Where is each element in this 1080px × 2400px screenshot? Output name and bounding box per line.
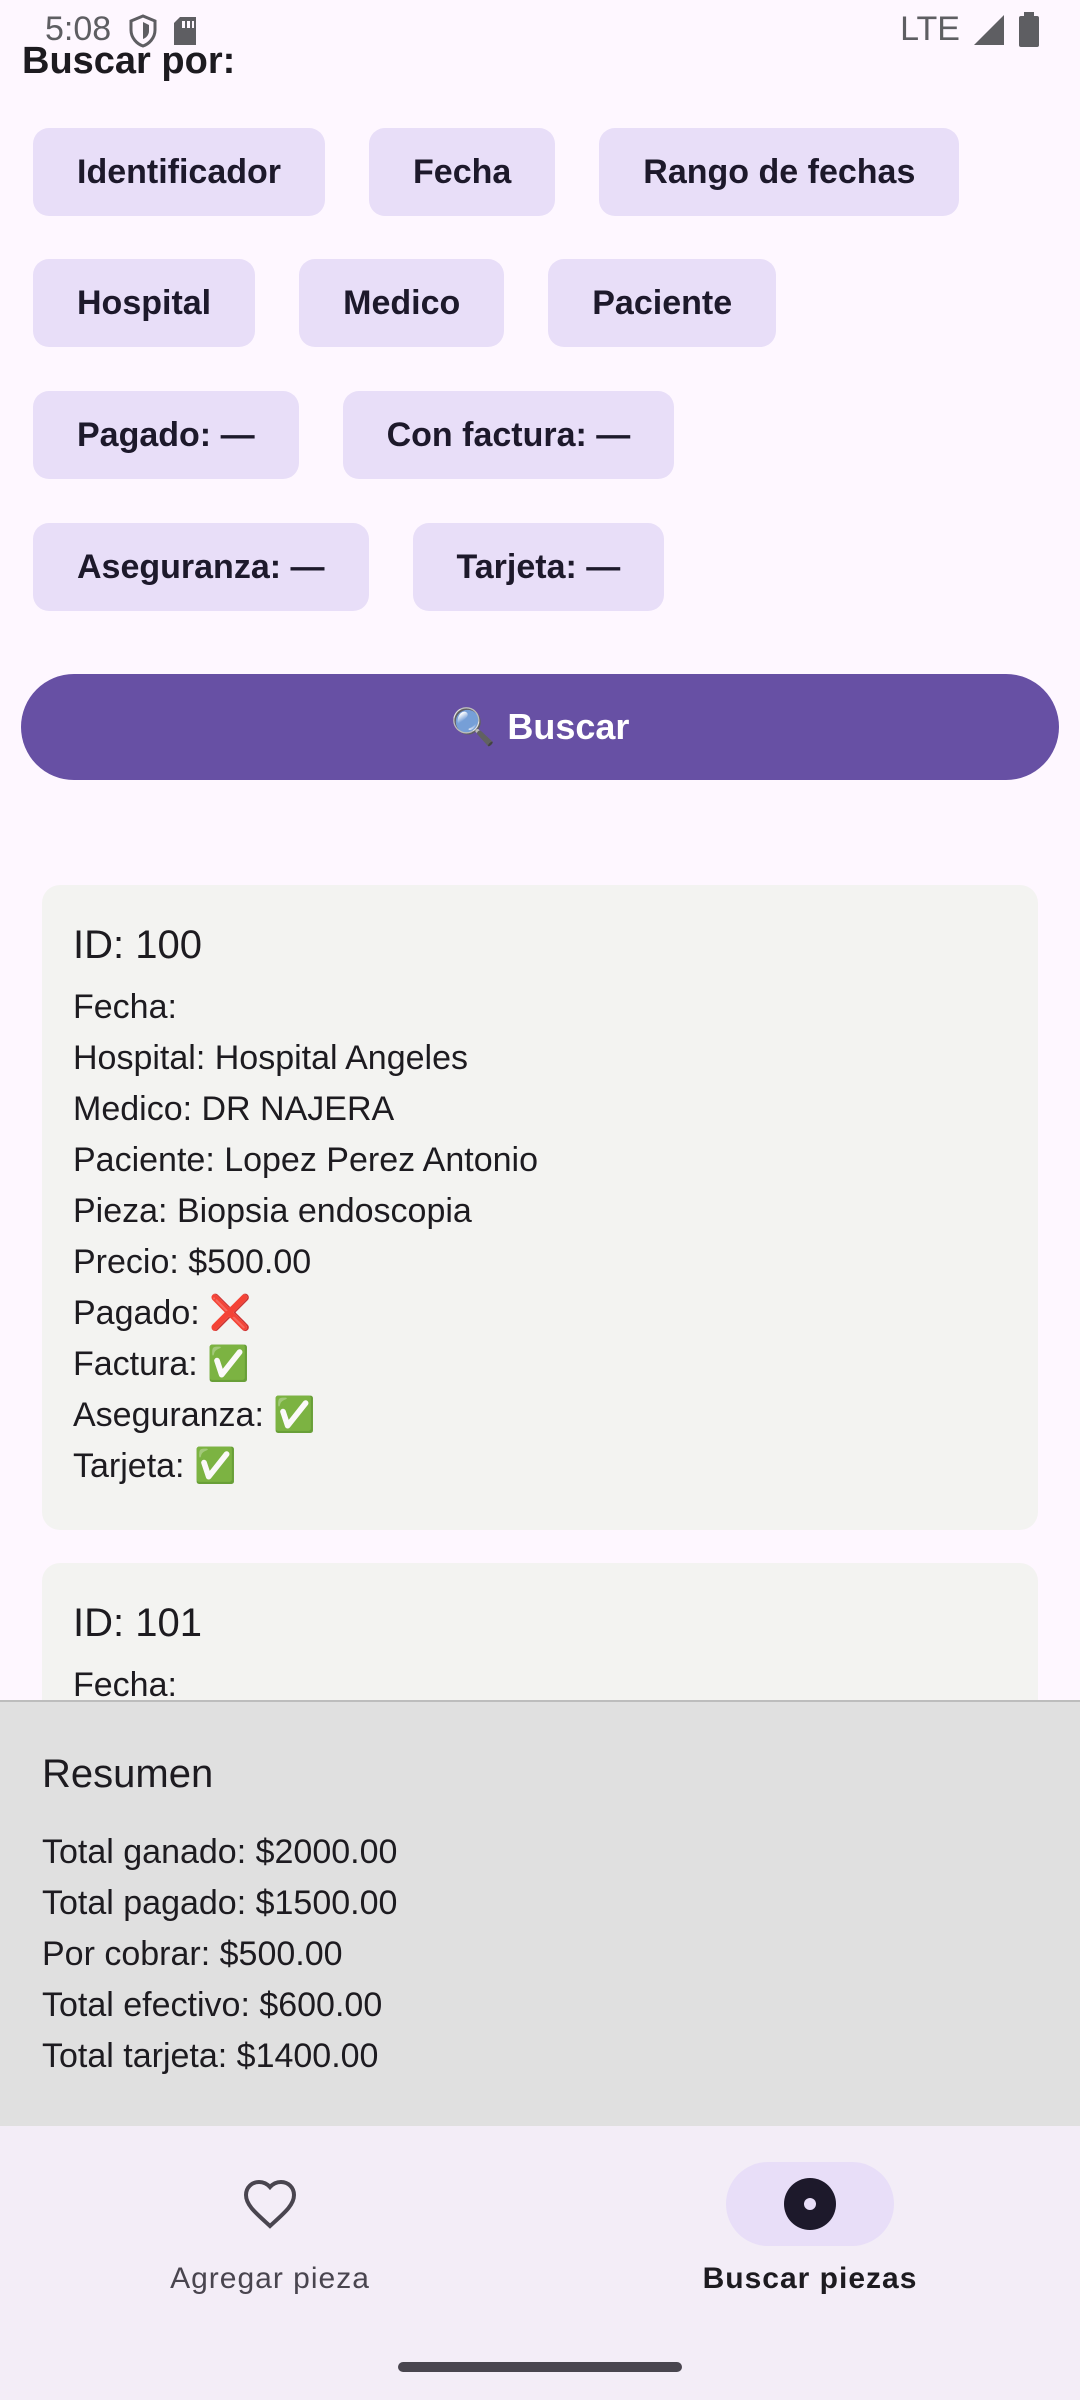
chip-rango-de-fechas[interactable]: Rango de fechas (599, 128, 960, 216)
results-list[interactable]: ID: 100 Fecha: Hospital: Hospital Angele… (0, 780, 1080, 1700)
filter-section-title: Buscar por: (22, 40, 236, 82)
filter-chip-row: Aseguranza: — Tarjeta: — (33, 523, 665, 611)
search-button[interactable]: 🔍 Buscar (21, 674, 1059, 780)
filter-chip-row: Pagado: — Con factura: — (33, 391, 675, 479)
result-card[interactable]: ID: 101 Fecha: (42, 1563, 1038, 1700)
nav-label: Buscar piezas (702, 2262, 918, 2295)
result-tarjeta: Tarjeta: ✅ (73, 1447, 237, 1485)
chip-medico[interactable]: Medico (299, 259, 505, 347)
nav-label: Agregar pieza (170, 2262, 370, 2295)
battery-icon (1019, 11, 1039, 47)
result-factura: Factura: ✅ (73, 1345, 250, 1383)
chip-pagado[interactable]: Pagado: — (33, 391, 299, 479)
result-id: ID: 101 (73, 1601, 202, 1645)
result-hospital: Hospital: Hospital Angeles (73, 1039, 469, 1077)
nav-item-buscar-piezas[interactable]: Buscar piezas (540, 2162, 1080, 2296)
result-id: ID: 100 (73, 923, 202, 967)
home-indicator[interactable] (398, 2362, 682, 2372)
result-paciente: Paciente: Lopez Perez Antonio (73, 1141, 538, 1179)
result-precio: Precio: $500.00 (73, 1243, 312, 1281)
summary-total-pagado: Total pagado: $1500.00 (42, 1884, 398, 1922)
summary-title: Resumen (42, 1752, 214, 1796)
nav-item-agregar-pieza[interactable]: Agregar pieza (0, 2162, 540, 2296)
chip-paciente[interactable]: Paciente (548, 259, 777, 347)
result-pagado: Pagado: ❌ (73, 1294, 252, 1332)
result-medico: Medico: DR NAJERA (73, 1090, 395, 1128)
nav-icon-container (186, 2162, 354, 2246)
filter-chip-row: Identificador Fecha Rango de fechas (33, 128, 960, 216)
chip-hospital[interactable]: Hospital (33, 259, 256, 347)
nav-icon-container-active (726, 2162, 894, 2246)
summary-total-tarjeta: Total tarjeta: $1400.00 (42, 2037, 379, 2075)
chip-aseguranza[interactable]: Aseguranza: — (33, 523, 369, 611)
summary-total-efectivo: Total efectivo: $600.00 (42, 1986, 383, 2024)
chip-tarjeta[interactable]: Tarjeta: — (412, 523, 665, 611)
filter-chip-row: Hospital Medico Paciente (33, 259, 777, 347)
result-fecha: Fecha: (73, 1666, 177, 1700)
heart-icon (243, 2179, 297, 2229)
chip-fecha[interactable]: Fecha (369, 128, 556, 216)
result-aseguranza: Aseguranza: ✅ (73, 1396, 316, 1434)
search-button-label: Buscar (507, 706, 630, 747)
result-fecha: Fecha: (73, 988, 177, 1026)
status-right: LTE (900, 10, 1040, 49)
summary-por-cobrar: Por cobrar: $500.00 (42, 1935, 343, 1973)
summary-total-ganado: Total ganado: $2000.00 (42, 1833, 398, 1871)
chip-identificador[interactable]: Identificador (33, 128, 326, 216)
signal-icon (974, 14, 1004, 45)
summary-panel: Resumen Total ganado: $2000.00 Total pag… (0, 1700, 1080, 2126)
network-type: LTE (900, 10, 960, 48)
result-pieza: Pieza: Biopsia endoscopia (73, 1192, 472, 1230)
magnifier-icon: 🔍 (450, 706, 496, 747)
chip-con-factura[interactable]: Con factura: — (342, 391, 675, 479)
record-icon (784, 2178, 836, 2230)
result-card[interactable]: ID: 100 Fecha: Hospital: Hospital Angele… (42, 885, 1038, 1530)
bottom-navigation: Agregar pieza Buscar piezas (0, 2126, 1080, 2400)
